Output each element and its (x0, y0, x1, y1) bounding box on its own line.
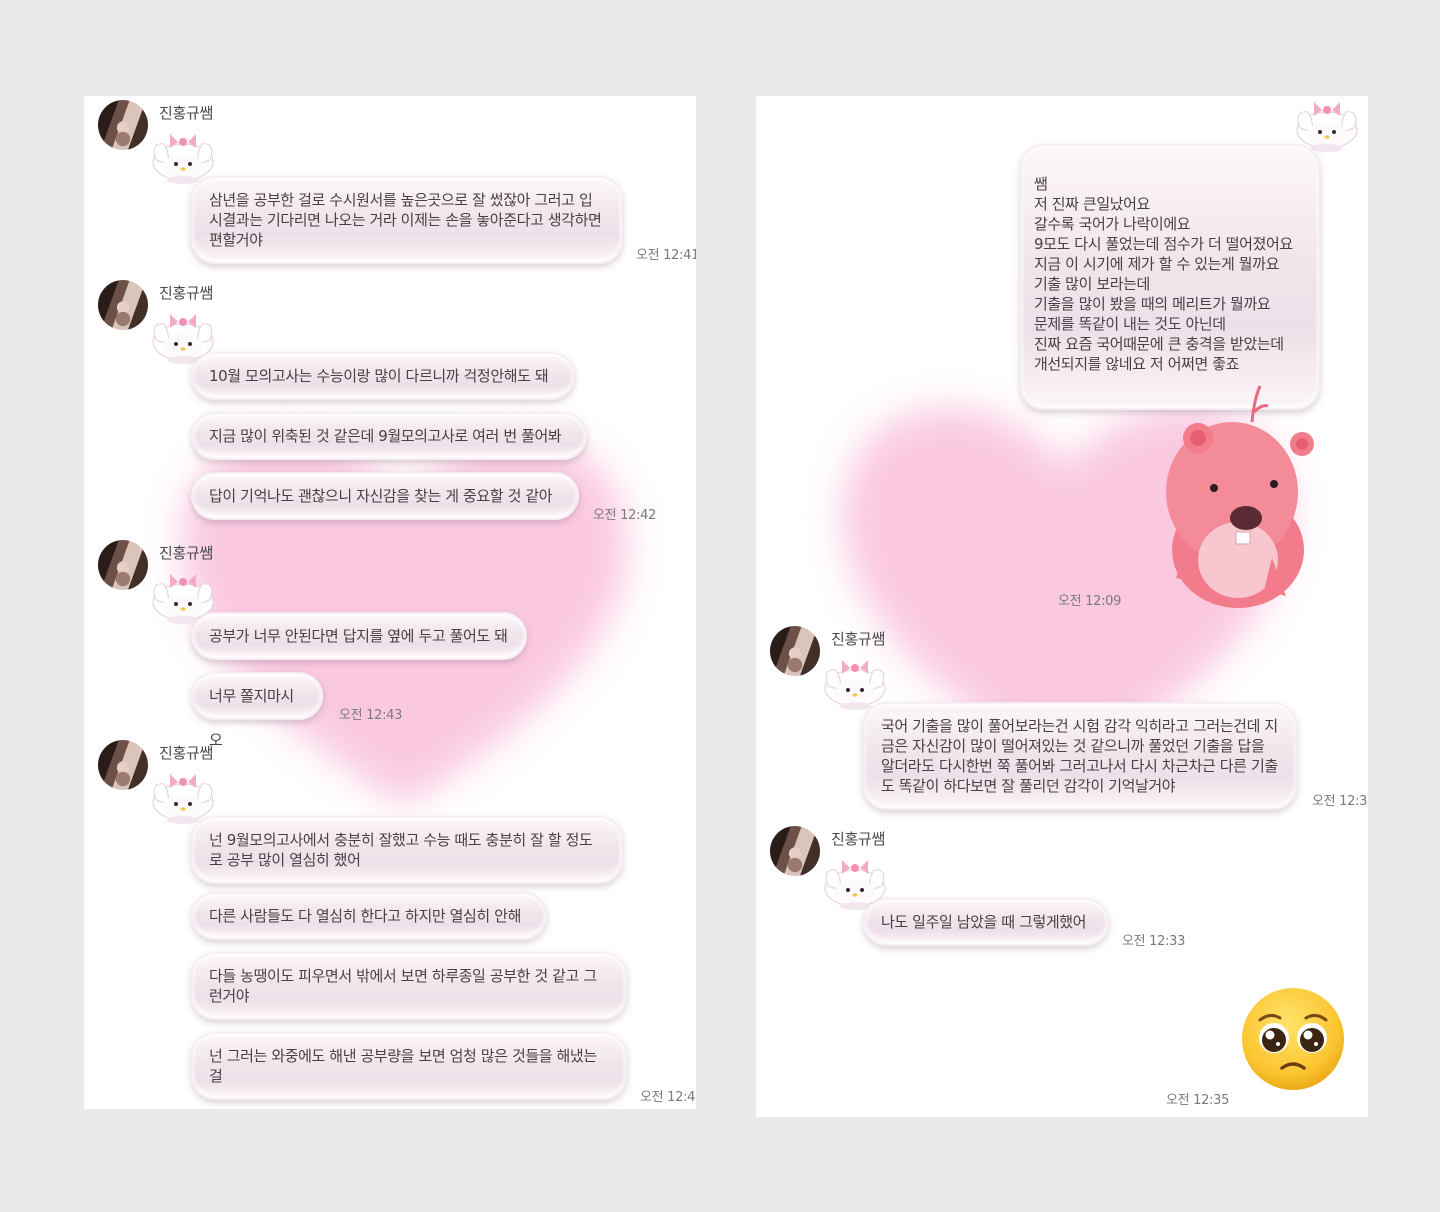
my-message-bubble[interactable]: 쌤 저 진짜 큰일났어요 갈수록 국어가 나락이에요 9모도 다시 풀었는데 점… (1020, 144, 1320, 410)
message-time: 오전 12:3 (1312, 794, 1368, 809)
message-bubble[interactable]: 다른 사람들도 다 열심히 한다고 하지만 열심히 안해 (191, 892, 547, 940)
message-time: 오전 12:41 (636, 248, 696, 263)
chat-panel-right[interactable]: 쌤 저 진짜 큰일났어요 갈수록 국어가 나락이에요 9모도 다시 풀었는데 점… (756, 96, 1368, 1117)
loopy-beaver-sticker-icon[interactable] (1156, 382, 1316, 610)
message-text: 너무 쫄지마시오 (209, 687, 294, 749)
message-text: 공부가 너무 안된다면 답지를 옆에 두고 풀어도 돼 (209, 627, 508, 645)
sender-name: 진홍규쌤 (159, 544, 214, 562)
message-text: 지금 많이 위축된 것 같은데 9월모의고사로 여러 번 풀어봐 (209, 427, 562, 445)
message-time: 오전 12:43 (339, 708, 403, 723)
sender-name: 진홍규쌤 (159, 744, 214, 762)
message-text: 쌤 저 진짜 큰일났어요 갈수록 국어가 나락이에요 9모도 다시 풀었는데 점… (1034, 175, 1293, 373)
message-bubble[interactable]: 다들 농땡이도 피우면서 밖에서 보면 하루종일 공부한 것 같고 그런거야 (191, 952, 627, 1020)
message-bubble[interactable]: 넌 그러는 와중에도 해낸 공부량을 보면 엄청 많은 것들을 해냈는 걸 (191, 1032, 627, 1100)
message-bubble[interactable]: 지금 많이 위축된 것 같은데 9월모의고사로 여러 번 풀어봐 (191, 412, 587, 460)
sender-name: 진홍규쌤 (159, 284, 214, 302)
message-bubble[interactable]: 삼년을 공부한 걸로 수시원서를 높은곳으로 잘 썼잖아 그러고 입시결과는 기… (191, 176, 623, 264)
message-time: 오전 12:09 (1058, 594, 1122, 609)
sender-name: 진홍규쌤 (831, 630, 886, 648)
chat-panel-left[interactable]: 진홍규쌤 삼년을 공부한 걸로 수시원서를 높은곳으로 잘 썼잖아 그러고 입시… (84, 96, 696, 1109)
message-time: 오전 12:33 (1122, 934, 1186, 949)
message-text: 10월 모의고사는 수능이랑 많이 다르니까 걱정안해도 돼 (209, 367, 549, 385)
message-text: 답이 기억나도 괜찮으니 자신감을 찾는 게 중요할 것 같아 (209, 487, 553, 505)
message-time: 오전 12:35 (1166, 1093, 1230, 1108)
message-text: 삼년을 공부한 걸로 수시원서를 높은곳으로 잘 썼잖아 그러고 입시결과는 기… (209, 191, 602, 249)
message-bubble[interactable]: 나도 일주일 남았을 때 그렇게했어 (863, 898, 1109, 946)
message-bubble[interactable]: 10월 모의고사는 수능이랑 많이 다르니까 걱정안해도 돼 (191, 352, 575, 400)
pleading-face-emoji-icon[interactable] (1240, 986, 1346, 1092)
message-text: 다른 사람들도 다 열심히 한다고 하지만 열심히 안해 (209, 907, 521, 925)
message-text: 국어 기출을 많이 풀어보라는건 시험 감각 익히라고 그러는건데 지금은 자신… (881, 717, 1278, 795)
message-text: 넌 9월모의고사에서 충분히 잘했고 수능 때도 충분히 잘 할 정도로 공부 … (209, 831, 593, 869)
message-text: 다들 농땡이도 피우면서 밖에서 보면 하루종일 공부한 것 같고 그런거야 (209, 967, 597, 1005)
avatar[interactable] (98, 540, 148, 590)
avatar[interactable] (98, 100, 148, 150)
message-bubble[interactable]: 국어 기출을 많이 풀어보라는건 시험 감각 익히라고 그러는건데 지금은 자신… (863, 702, 1297, 810)
avatar[interactable] (98, 280, 148, 330)
message-time: 오전 12:42 (593, 508, 657, 523)
message-time: 오전 12:4 (640, 1090, 696, 1105)
message-bubble[interactable]: 너무 쫄지마시오 (191, 672, 323, 749)
avatar[interactable] (770, 826, 820, 876)
message-bubble[interactable]: 넌 9월모의고사에서 충분히 잘했고 수능 때도 충분히 잘 할 정도로 공부 … (191, 816, 623, 884)
message-text: 넌 그러는 와중에도 해낸 공부량을 보면 엄청 많은 것들을 해냈는 걸 (209, 1047, 597, 1085)
message-bubble[interactable]: 공부가 너무 안된다면 답지를 옆에 두고 풀어도 돼 (191, 612, 527, 660)
avatar[interactable] (770, 626, 820, 676)
sender-name: 진홍규쌤 (159, 104, 214, 122)
message-bubble[interactable]: 답이 기억나도 괜찮으니 자신감을 찾는 게 중요할 것 같아 (191, 472, 579, 520)
avatar[interactable] (98, 740, 148, 790)
message-text: 나도 일주일 남았을 때 그렇게했어 (881, 913, 1087, 931)
sender-name: 진홍규쌤 (831, 830, 886, 848)
